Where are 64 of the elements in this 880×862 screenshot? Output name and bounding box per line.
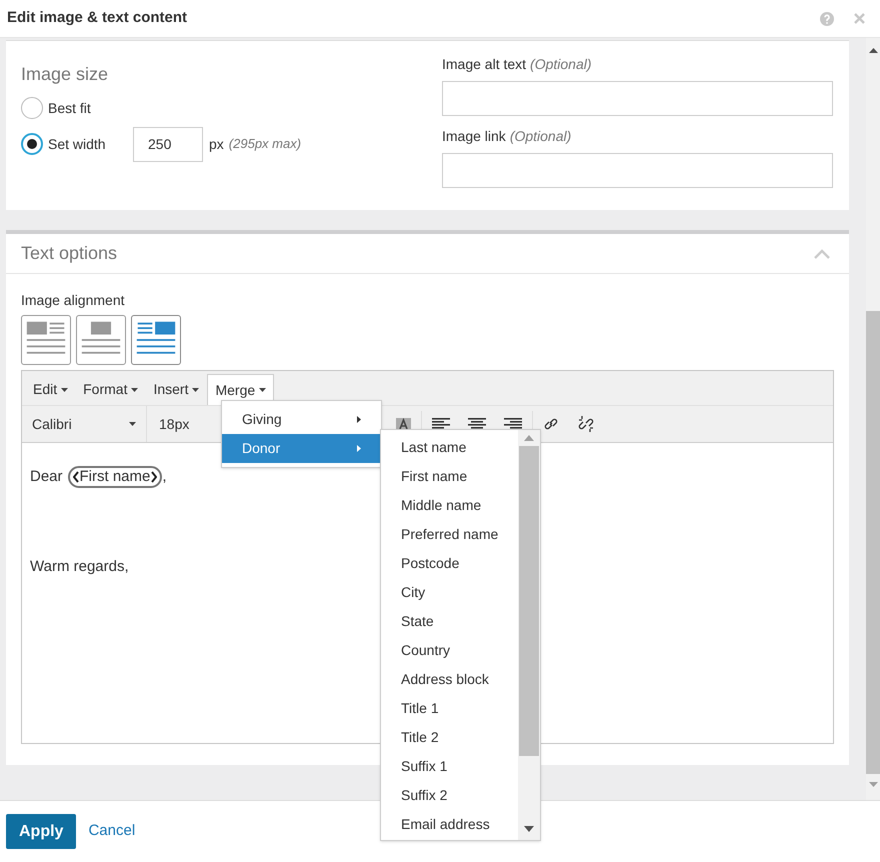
radio-button[interactable]: [21, 97, 43, 119]
close-icon[interactable]: [854, 13, 865, 24]
align-center-icon[interactable]: [468, 418, 486, 430]
section-title: Text options: [21, 242, 118, 265]
align-right-icon[interactable]: [504, 418, 522, 430]
menu-item[interactable]: First name: [381, 462, 518, 491]
token-label: First name: [80, 466, 150, 487]
width-field[interactable]: 250: [133, 126, 203, 162]
menu-item[interactable]: Last name: [381, 433, 518, 462]
menu-button[interactable]: Insert: [146, 374, 206, 405]
link-icon[interactable]: [543, 416, 559, 432]
field-label: Image alt text: [442, 55, 526, 74]
body-text: Dear: [30, 466, 63, 487]
font-select[interactable]: Calibri: [22, 406, 147, 442]
menu-item[interactable]: Title 1: [381, 694, 518, 723]
alignment-option[interactable]: [131, 315, 181, 365]
menu-item[interactable]: State: [381, 607, 518, 636]
caret-icon: [259, 388, 266, 392]
scroll-up-icon[interactable]: [868, 48, 878, 53]
menu-item[interactable]: City: [381, 578, 518, 607]
caret-icon: [131, 388, 138, 392]
menu-item[interactable]: Postcode: [381, 549, 518, 578]
align-left-icon[interactable]: [432, 418, 450, 430]
collapse-icon[interactable]: [814, 248, 830, 258]
token-right-icon: [151, 471, 158, 483]
menu-item[interactable]: Title 2: [381, 723, 518, 752]
menu-button[interactable]: Edit: [26, 374, 76, 405]
menu-item[interactable]: Middle name: [381, 491, 518, 520]
optional-note: (Optional): [510, 127, 572, 146]
field-label: Image alignment: [21, 291, 126, 310]
body-text: ,: [162, 466, 167, 487]
cancel-link[interactable]: Cancel: [88, 820, 136, 843]
menu-item[interactable]: Country: [381, 636, 518, 665]
menu-item[interactable]: Suffix 2: [381, 781, 518, 810]
scroll-down-icon[interactable]: [524, 826, 534, 832]
menu-button[interactable]: Format: [76, 374, 146, 405]
max-note: (295px max): [228, 135, 302, 154]
alignment-option[interactable]: [21, 315, 71, 365]
caret-icon: [192, 388, 200, 392]
section-title: Image size: [21, 63, 110, 86]
menu-item[interactable]: Suffix 1: [381, 752, 518, 781]
radio-label: Set width: [48, 134, 107, 154]
alignment-option[interactable]: [76, 315, 126, 365]
token-left-icon: [72, 471, 79, 483]
optional-note: (Optional): [530, 55, 592, 74]
caret-icon: [129, 422, 136, 426]
menu-item[interactable]: Donor: [222, 434, 381, 463]
menu-item[interactable]: Address block: [381, 665, 518, 694]
caret-icon: [61, 388, 68, 392]
submenu-arrow-icon: [357, 445, 361, 452]
radio-button[interactable]: [21, 133, 43, 155]
unit-label: px: [209, 134, 224, 154]
submenu-arrow-icon: [357, 416, 361, 423]
highlight-color-icon[interactable]: [396, 418, 411, 430]
menu-item[interactable]: Email address: [381, 810, 518, 839]
menu-item[interactable]: Preferred name: [381, 520, 518, 549]
unlink-icon[interactable]: [577, 415, 595, 433]
merge-field-token[interactable]: First name: [68, 466, 162, 488]
help-icon[interactable]: [820, 12, 834, 26]
apply-button[interactable]: Apply: [6, 814, 76, 849]
radio-label: Best fit: [48, 98, 92, 118]
body-text: Warm regards,: [30, 556, 129, 577]
field-label: Image link: [442, 127, 506, 146]
window-title: Edit image & text content: [7, 8, 188, 28]
